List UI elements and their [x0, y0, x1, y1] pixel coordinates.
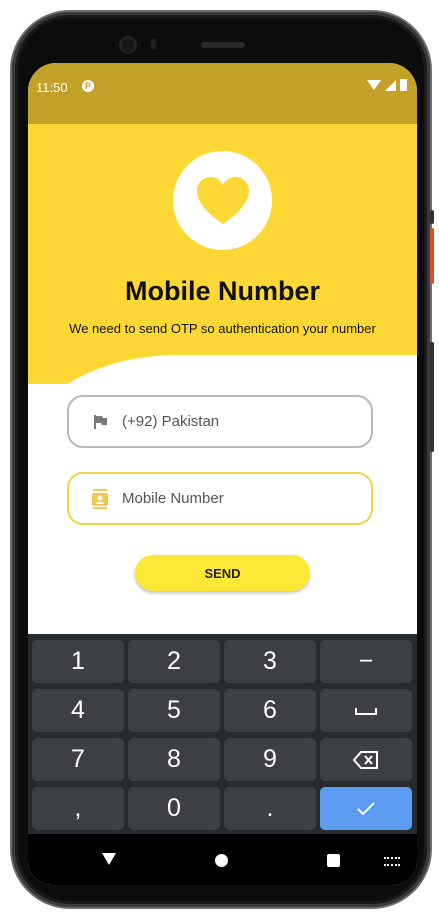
- key-3[interactable]: 3: [224, 640, 316, 683]
- mobile-placeholder: Mobile Number: [122, 490, 224, 507]
- status-indicators: [367, 79, 407, 91]
- key-9[interactable]: 9: [224, 738, 316, 781]
- key-backspace[interactable]: [320, 738, 412, 781]
- send-button[interactable]: SEND: [135, 555, 310, 591]
- keyboard-switch-icon[interactable]: [384, 857, 400, 866]
- page-subtitle: We need to send OTP so authentication yo…: [69, 321, 376, 336]
- key-space[interactable]: [320, 689, 412, 732]
- key-done[interactable]: [320, 787, 412, 830]
- key-period[interactable]: .: [224, 787, 316, 830]
- country-selector[interactable]: (+92) Pakistan: [67, 395, 373, 448]
- status-bar: 11:50 P: [28, 63, 417, 124]
- contact-card-icon: [91, 488, 109, 509]
- key-4[interactable]: 4: [32, 689, 124, 732]
- country-value: (+92) Pakistan: [122, 413, 220, 430]
- front-camera: [119, 36, 137, 54]
- logo: [173, 151, 272, 250]
- notification-app-icon: P: [82, 80, 94, 92]
- navigation-bar: [28, 834, 417, 885]
- key-comma[interactable]: ,: [32, 787, 124, 830]
- volume-button: [430, 342, 434, 452]
- key-2[interactable]: 2: [128, 640, 220, 683]
- status-time: 11:50: [36, 80, 68, 95]
- home-icon[interactable]: [215, 854, 228, 867]
- backspace-icon: [353, 750, 378, 769]
- key-1[interactable]: 1: [32, 640, 124, 683]
- back-icon[interactable]: [102, 853, 116, 865]
- earpiece-speaker: [201, 42, 245, 48]
- flag-icon: [91, 413, 109, 431]
- key-0[interactable]: 0: [128, 787, 220, 830]
- check-icon: [357, 801, 375, 815]
- power-button: [430, 228, 434, 284]
- key-5[interactable]: 5: [128, 689, 220, 732]
- mobile-number-input[interactable]: Mobile Number: [67, 472, 373, 525]
- wifi-icon: [367, 80, 381, 90]
- key-7[interactable]: 7: [32, 738, 124, 781]
- key-8[interactable]: 8: [128, 738, 220, 781]
- proximity-sensor: [151, 38, 156, 50]
- recents-icon[interactable]: [327, 854, 340, 867]
- heart-icon: [196, 176, 249, 224]
- battery-icon: [400, 79, 407, 91]
- numeric-keyboard: 1 2 3 − 4 5 6 7 8 9 , 0 .: [28, 634, 417, 834]
- space-icon: [355, 707, 377, 715]
- signal-icon: [385, 79, 396, 91]
- key-6[interactable]: 6: [224, 689, 316, 732]
- page-title: Mobile Number: [124, 276, 320, 306]
- screen: 11:50 P Mobile Number We need to send OT…: [28, 63, 417, 885]
- side-button-small: [430, 210, 434, 224]
- key-minus[interactable]: −: [320, 640, 412, 683]
